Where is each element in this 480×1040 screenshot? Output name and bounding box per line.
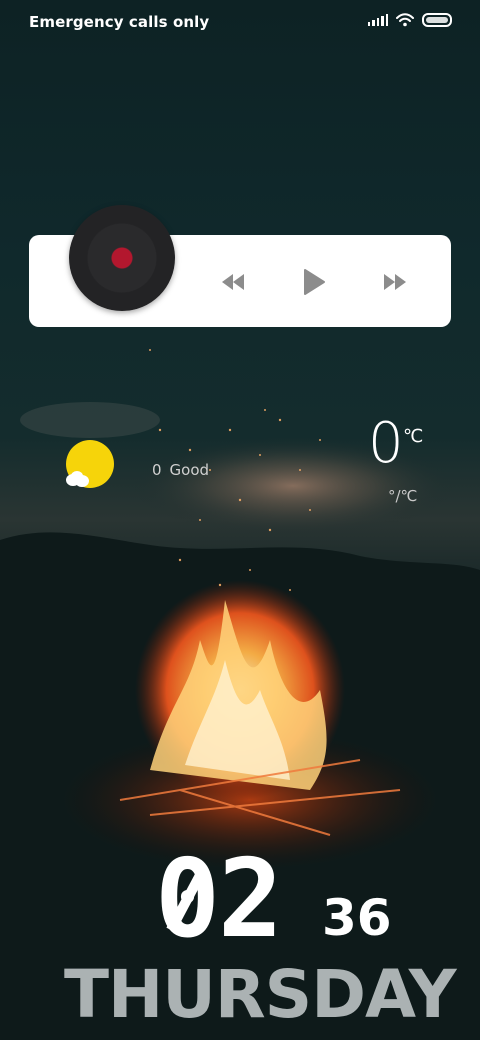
temperature-range: °/℃ <box>388 487 418 505</box>
play-icon[interactable] <box>300 268 328 296</box>
signal-icon <box>367 14 388 26</box>
carrier-status-text: Emergency calls only <box>29 13 210 31</box>
sun-cloud-icon <box>66 440 114 488</box>
aqi-value: 0 <box>152 461 162 479</box>
status-bar: Emergency calls only <box>0 0 480 44</box>
temperature-value: 0 <box>368 411 404 476</box>
temperature-unit: ℃ <box>403 426 424 447</box>
battery-icon <box>422 13 452 27</box>
wifi-icon <box>396 13 414 27</box>
clock-day: THURSDAY <box>64 956 457 1033</box>
vinyl-record-icon[interactable] <box>69 205 175 311</box>
aqi-label: Good <box>169 461 210 479</box>
next-track-icon[interactable] <box>381 268 409 296</box>
status-icons <box>367 13 452 27</box>
clock-minute: 36 <box>322 889 392 947</box>
clock-hour: 02 <box>155 846 283 954</box>
previous-track-icon[interactable] <box>219 268 247 296</box>
air-quality: 0 Good <box>152 461 209 479</box>
